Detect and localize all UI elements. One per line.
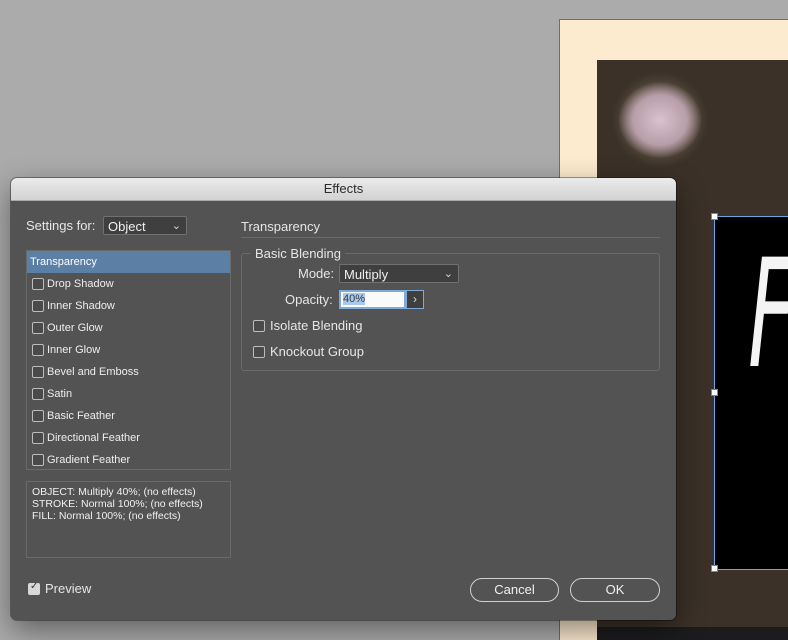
effect-item-basic-feather[interactable]: Basic Feather (27, 405, 230, 427)
frame-handle-middle-left[interactable] (711, 389, 718, 396)
effect-item-drop-shadow[interactable]: Drop Shadow (27, 273, 230, 295)
mode-label: Mode: (298, 266, 335, 281)
mode-select[interactable]: Multiply ⌄ (339, 264, 459, 283)
effect-checkbox[interactable] (32, 322, 44, 334)
effect-checkbox[interactable] (32, 454, 44, 466)
chevron-down-icon: ⌄ (443, 268, 453, 280)
effect-item-label: Directional Feather (47, 432, 140, 444)
effects-dialog: Effects Settings for: Object ⌄ Transpare… (11, 178, 676, 620)
effect-checkbox[interactable] (32, 300, 44, 312)
effect-item-label: Outer Glow (47, 322, 103, 334)
opacity-value: 40% (343, 293, 366, 305)
dialog-title: Effects (11, 178, 676, 201)
effect-item-label: Drop Shadow (47, 278, 114, 290)
opacity-label: Opacity: (285, 292, 333, 307)
preview-checkbox[interactable]: ✓ (28, 581, 40, 595)
ok-button[interactable]: OK (570, 578, 660, 602)
preview-label: Preview (45, 581, 92, 596)
effect-item-label: Bevel and Emboss (47, 366, 139, 378)
effect-item-directional-feather[interactable]: Directional Feather (27, 427, 230, 449)
knockout-group-checkbox[interactable] (253, 346, 265, 358)
frame-handle-top-left[interactable] (711, 213, 718, 220)
effect-item-label: Transparency (30, 256, 97, 268)
effect-item-label: Inner Shadow (47, 300, 115, 312)
effect-item-label: Satin (47, 388, 73, 400)
frame-text-glyph: F (748, 240, 788, 390)
summary-line-stroke: STROKE: Normal 100%; (no effects) (32, 498, 203, 510)
chevron-down-icon: ⌄ (171, 220, 181, 232)
chevron-right-icon: › (413, 292, 417, 306)
effect-checkbox[interactable] (32, 388, 44, 400)
cancel-button[interactable]: Cancel (470, 578, 559, 602)
isolate-blending-checkbox[interactable] (253, 320, 265, 332)
effects-summary: OBJECT: Multiply 40%; (no effects) STROK… (26, 481, 231, 558)
section-divider (241, 237, 660, 238)
checkmark-icon: ✓ (30, 581, 39, 592)
summary-line-object: OBJECT: Multiply 40%; (no effects) (32, 486, 196, 498)
effect-checkbox[interactable] (32, 366, 44, 378)
opacity-input[interactable]: 40% (339, 290, 406, 309)
isolate-blending-label: Isolate Blending (270, 318, 363, 333)
effect-item-gradient-feather[interactable]: Gradient Feather (27, 449, 230, 471)
opacity-slider-button[interactable]: › (406, 290, 424, 309)
settings-for-label: Settings for: (26, 218, 96, 233)
effect-item-label: Inner Glow (47, 344, 101, 356)
effect-item-outer-glow[interactable]: Outer Glow (27, 317, 230, 339)
effect-checkbox[interactable] (32, 410, 44, 422)
effect-item-transparency[interactable]: Transparency (27, 251, 230, 273)
effect-checkbox[interactable] (32, 278, 44, 290)
effect-item-label: Basic Feather (47, 410, 115, 422)
effect-checkbox[interactable] (32, 432, 44, 444)
effects-list: Transparency Drop Shadow Inner Shadow Ou… (26, 250, 231, 470)
effect-item-inner-glow[interactable]: Inner Glow (27, 339, 230, 361)
summary-line-fill: FILL: Normal 100%; (no effects) (32, 510, 181, 522)
mode-value: Multiply (344, 267, 389, 282)
frame-handle-bottom-left[interactable] (711, 565, 718, 572)
effect-item-inner-shadow[interactable]: Inner Shadow (27, 295, 230, 317)
group-title: Basic Blending (251, 246, 345, 261)
effect-checkbox[interactable] (32, 344, 44, 356)
settings-for-select[interactable]: Object ⌄ (103, 216, 187, 235)
settings-for-value: Object (108, 219, 146, 234)
section-title: Transparency (241, 219, 320, 234)
effect-item-satin[interactable]: Satin (27, 383, 230, 405)
knockout-group-label: Knockout Group (270, 344, 364, 359)
effect-item-label: Gradient Feather (47, 454, 131, 466)
effect-item-bevel-and-emboss[interactable]: Bevel and Emboss (27, 361, 230, 383)
